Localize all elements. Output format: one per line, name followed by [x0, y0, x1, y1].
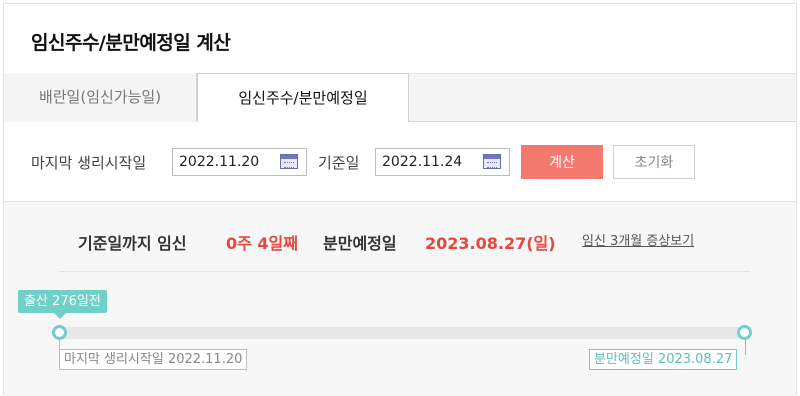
tab-pregnancy-weeks[interactable]: 임신주수/분만예정일: [197, 73, 409, 123]
pregnancy-weeks-value: 0주 4일째: [226, 234, 298, 253]
tab-ovulation[interactable]: 배란일(임신가능일): [4, 73, 197, 122]
divider: [59, 271, 750, 272]
base-date-label: 기준일: [318, 154, 360, 172]
pregnancy-progress-track: [59, 327, 745, 339]
due-date-value: 2023.08.27(일): [425, 234, 556, 253]
timeline-start-marker: [52, 325, 67, 340]
calendar-icon[interactable]: [280, 154, 298, 169]
days-until-birth-badge: 출산 276일전: [18, 290, 107, 319]
calculator-panel: 임신주수/분만예정일 계산 배란일(임신가능일) 임신주수/분만예정일 마지막 …: [3, 3, 797, 396]
result-prefix: 기준일까지 임신: [78, 234, 187, 253]
calendar-icon[interactable]: [483, 154, 501, 169]
base-date-value: 2022.11.24: [382, 154, 463, 170]
last-period-input[interactable]: 2022.11.20: [172, 148, 307, 176]
date-form: 마지막 생리시작일 2022.11.20 기준일 2022.11.24 계산 초…: [4, 122, 796, 202]
timeline-end-tag: 분만예정일 2023.08.27: [589, 349, 738, 370]
calculate-button[interactable]: 계산: [521, 145, 603, 179]
timeline-start-tag: 마지막 생리시작일 2022.11.20: [59, 349, 248, 370]
due-date-label: 분만예정일: [323, 234, 397, 253]
page-title: 임신주수/분만예정일 계산: [31, 32, 231, 54]
result-area: 기준일까지 임신 0주 4일째 분만예정일 2023.08.27(일) 임신 3…: [4, 202, 796, 396]
base-date-input[interactable]: 2022.11.24: [375, 148, 510, 176]
tab-bar: 배란일(임신가능일) 임신주수/분만예정일: [4, 73, 796, 123]
last-period-label: 마지막 생리시작일: [31, 154, 147, 172]
timeline-end-marker: [737, 325, 752, 340]
symptoms-link[interactable]: 임신 3개월 증상보기: [582, 230, 694, 249]
last-period-value: 2022.11.20: [179, 154, 260, 170]
reset-button[interactable]: 초기화: [613, 145, 695, 179]
end-connector: [745, 339, 746, 355]
